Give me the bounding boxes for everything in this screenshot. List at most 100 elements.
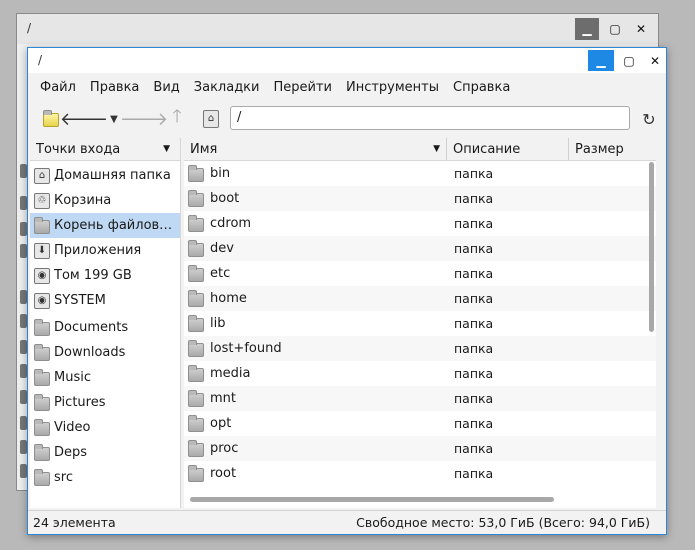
background-titlebar[interactable]: / ▁ ▢ ✕ — [17, 14, 658, 44]
sidebar-item-label: Корень файлов… — [54, 218, 173, 233]
sidebar-item-volume[interactable]: ◉ Том 199 GB — [30, 263, 180, 288]
table-row[interactable]: boot папка — [184, 186, 656, 211]
menu-edit[interactable]: Правка — [90, 80, 139, 95]
column-header-size-label: Размер — [575, 141, 624, 157]
folder-icon — [188, 239, 204, 257]
file-name: root — [210, 466, 237, 481]
file-description: папка — [454, 216, 494, 231]
file-name: dev — [210, 241, 234, 256]
sidebar-item-label: Том 199 GB — [54, 268, 132, 283]
folder-icon — [188, 464, 204, 482]
menu-view[interactable]: Вид — [153, 80, 179, 95]
free-space: Свободное место: 53,0 ГиБ (Всего: 94,0 Г… — [356, 515, 650, 530]
sidebar-item-label: Pictures — [54, 395, 106, 410]
file-description: папка — [454, 266, 494, 281]
up-icon[interactable]: 🡑 — [166, 106, 188, 130]
toolbar: 🡐 ▼ 🡒 🡑 ⌂ / ↻ — [28, 101, 666, 137]
sidebar-item-home[interactable]: ⌂ Домашняя папка — [30, 163, 180, 188]
folder-icon — [34, 393, 50, 411]
sidebar-item-documents[interactable]: Documents — [30, 315, 180, 340]
table-row[interactable]: bin папка — [184, 161, 656, 186]
column-header-description[interactable]: Описание — [447, 138, 569, 160]
menu-bookmarks[interactable]: Закладки — [194, 80, 260, 95]
column-headers: Имя ▼ Описание Размер — [184, 138, 656, 161]
file-description: папка — [454, 291, 494, 306]
table-row[interactable]: proc папка — [184, 436, 656, 461]
file-name: etc — [210, 266, 231, 281]
table-row[interactable]: mnt папка — [184, 386, 656, 411]
address-bar[interactable]: / — [230, 106, 630, 130]
file-description: папка — [454, 391, 494, 406]
column-header-size[interactable]: Размер — [569, 138, 649, 160]
home-icon: ⌂ — [34, 167, 50, 184]
places-header[interactable]: Точки входа ▼ — [30, 138, 180, 161]
minimize-icon[interactable]: ▁ — [588, 50, 614, 71]
reload-icon[interactable]: ↻ — [638, 108, 660, 130]
menu-go[interactable]: Перейти — [273, 80, 332, 95]
folder-icon — [188, 314, 204, 332]
folder-icon — [34, 468, 50, 486]
file-name: lost+found — [210, 341, 282, 356]
table-row[interactable]: cdrom папка — [184, 211, 656, 236]
vertical-scrollbar[interactable] — [649, 162, 654, 332]
table-row[interactable]: lib папка — [184, 311, 656, 336]
table-row[interactable]: lost+found папка — [184, 336, 656, 361]
table-row[interactable]: dev папка — [184, 236, 656, 261]
minimize-icon[interactable]: ▁ — [575, 18, 599, 40]
drive-icon: ◉ — [34, 267, 50, 284]
folder-icon — [188, 364, 204, 382]
table-row[interactable]: etc папка — [184, 261, 656, 286]
titlebar[interactable]: / ▁ ▢ ✕ — [28, 48, 666, 73]
sidebar-item-trash[interactable]: ♲ Корзина — [30, 188, 180, 213]
folder-icon — [34, 216, 50, 234]
sidebar-item-deps[interactable]: Deps — [30, 440, 180, 465]
sidebar-item-music[interactable]: Music — [30, 365, 180, 390]
file-list[interactable]: Имя ▼ Описание Размер bin папка boot папка… — [184, 138, 656, 508]
file-name: media — [210, 366, 251, 381]
sidebar-item-filesystem-root[interactable]: Корень файлов… — [30, 213, 180, 238]
sidebar-item-pictures[interactable]: Pictures — [30, 390, 180, 415]
folder-icon — [34, 318, 50, 336]
new-tab-icon[interactable] — [40, 108, 62, 130]
folder-icon — [188, 214, 204, 232]
menu-help[interactable]: Справка — [453, 80, 510, 95]
maximize-icon[interactable]: ▢ — [616, 50, 642, 71]
horizontal-scrollbar[interactable] — [190, 497, 554, 502]
close-icon[interactable]: ✕ — [642, 50, 668, 71]
sidebar-item-src[interactable]: src — [30, 465, 180, 490]
sidebar-item-system[interactable]: ◉ SYSTEM — [30, 288, 180, 313]
file-description: папка — [454, 441, 494, 456]
file-name: home — [210, 291, 247, 306]
folder-icon — [188, 164, 204, 182]
sidebar-item-applications[interactable]: ⬇ Приложения — [30, 238, 180, 263]
folder-icon — [188, 339, 204, 357]
background-window-title: / — [27, 21, 32, 35]
maximize-icon[interactable]: ▢ — [603, 18, 627, 40]
back-icon[interactable]: 🡐 — [60, 108, 108, 130]
file-description: папка — [454, 416, 494, 431]
column-header-name-label: Имя — [190, 141, 218, 157]
chevron-down-icon[interactable]: ▼ — [163, 144, 170, 154]
table-row[interactable]: root папка — [184, 461, 656, 486]
sidebar-item-downloads[interactable]: Downloads — [30, 340, 180, 365]
menu-file[interactable]: Файл — [40, 80, 76, 95]
close-icon[interactable]: ✕ — [629, 18, 653, 40]
table-row[interactable]: home папка — [184, 286, 656, 311]
sidebar-item-label: Video — [54, 420, 91, 435]
folder-icon — [34, 368, 50, 386]
sidebar-item-label: Deps — [54, 445, 88, 460]
sidebar-item-video[interactable]: Video — [30, 415, 180, 440]
forward-icon[interactable]: 🡒 — [120, 108, 168, 130]
table-row[interactable]: media папка — [184, 361, 656, 386]
column-header-description-label: Описание — [453, 141, 521, 157]
column-header-name[interactable]: Имя ▼ — [184, 138, 447, 160]
file-name: mnt — [210, 391, 236, 406]
file-description: папка — [454, 466, 494, 481]
home-icon[interactable]: ⌂ — [200, 108, 222, 130]
menu-tools[interactable]: Инструменты — [346, 80, 439, 95]
table-row[interactable]: opt папка — [184, 411, 656, 436]
folder-icon — [34, 443, 50, 461]
file-name: bin — [210, 166, 231, 181]
folder-icon — [188, 414, 204, 432]
folder-icon — [188, 289, 204, 307]
